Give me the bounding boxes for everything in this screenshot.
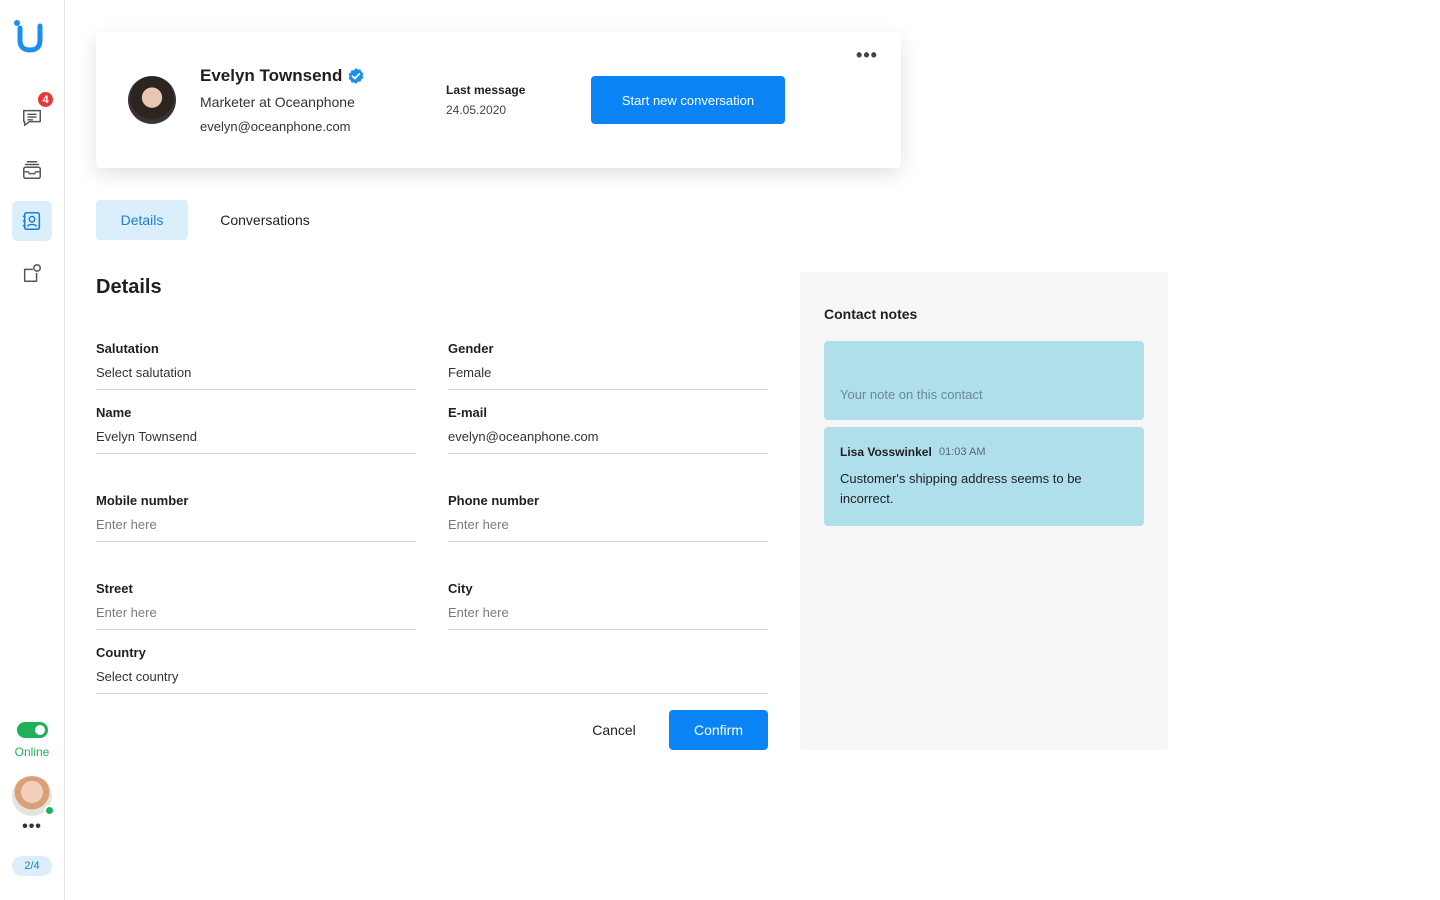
mobile-field[interactable]: Mobile number Enter here [96, 492, 416, 542]
phone-label: Phone number [448, 493, 540, 508]
tab-conversations[interactable]: Conversations [200, 200, 330, 240]
sidebar-item-inbox[interactable] [12, 150, 52, 190]
city-label: City [448, 581, 473, 596]
online-status-label: Online [14, 745, 50, 759]
online-dot [44, 805, 55, 816]
contact-notes-panel: Contact notes Your note on this contact … [800, 272, 1168, 750]
note-item: Lisa Vosswinkel 01:03 AM Customer's ship… [824, 427, 1144, 526]
inbox-stack-icon [23, 161, 41, 179]
note-input-placeholder: Your note on this contact [840, 387, 983, 402]
user-avatar[interactable] [12, 776, 55, 816]
mobile-input[interactable]: Enter here [96, 516, 416, 534]
verified-icon [348, 68, 364, 84]
note-text: Customer's shipping address seems to be … [840, 471, 1082, 506]
street-input[interactable]: Enter here [96, 604, 416, 622]
city-field[interactable]: City Enter here [448, 580, 768, 630]
city-input[interactable]: Enter here [448, 604, 768, 622]
email-input[interactable]: evelyn@oceanphone.com [448, 428, 768, 446]
last-message-label: Last message [446, 83, 526, 97]
country-label: Country [96, 645, 146, 660]
email-label: E-mail [448, 405, 488, 420]
country-field[interactable]: Country Select country [96, 644, 768, 694]
details-title: Details [96, 276, 162, 298]
gender-field[interactable]: Gender Female [448, 340, 768, 390]
page-indicator: 2/4 [12, 856, 52, 876]
gender-label: Gender [448, 341, 494, 356]
chat-icon [23, 109, 41, 127]
salutation-field[interactable]: Salutation Select salutation [96, 340, 416, 390]
note-time: 01:03 AM [939, 446, 986, 458]
mobile-label: Mobile number [96, 493, 189, 508]
more-options-icon[interactable]: ••• [854, 46, 880, 68]
gender-select[interactable]: Female [448, 364, 768, 382]
name-field[interactable]: Name Evelyn Townsend [96, 404, 416, 454]
email-field[interactable]: E-mail evelyn@oceanphone.com [448, 404, 768, 454]
salutation-select[interactable]: Select salutation [96, 364, 416, 382]
sidebar-item-integrations[interactable] [12, 253, 52, 293]
unread-badge: 4 [36, 90, 55, 109]
contact-name: Evelyn Townsend [200, 66, 343, 85]
street-field[interactable]: Street Enter here [96, 580, 416, 630]
sidebar-item-contacts[interactable] [12, 201, 52, 241]
contact-avatar [128, 76, 176, 124]
note-author: Lisa Vosswinkel [840, 445, 932, 459]
cancel-button[interactable]: Cancel [580, 710, 648, 750]
confirm-button[interactable]: Confirm [669, 710, 768, 750]
country-select[interactable]: Select country [96, 668, 768, 686]
more-icon[interactable]: ••• [0, 818, 64, 836]
contact-role: Marketer at Oceanphone [200, 94, 355, 110]
contact-email: evelyn@oceanphone.com [200, 119, 351, 134]
phone-field[interactable]: Phone number Enter here [448, 492, 768, 542]
contacts-icon [22, 211, 41, 231]
integrations-icon [23, 264, 41, 282]
app-logo[interactable] [12, 18, 46, 54]
tab-details[interactable]: Details [96, 200, 188, 240]
start-conversation-button[interactable]: Start new conversation [591, 76, 785, 124]
note-input[interactable]: Your note on this contact [824, 341, 1144, 420]
contact-notes-title: Contact notes [824, 306, 918, 322]
sidebar-item-chats[interactable]: 4 [12, 90, 55, 138]
online-toggle[interactable] [17, 722, 48, 738]
name-input[interactable]: Evelyn Townsend [96, 428, 416, 446]
sidebar: 4 Online ••• 2/4 [0, 0, 65, 900]
name-label: Name [96, 405, 132, 420]
salutation-label: Salutation [96, 341, 159, 356]
last-message-date: 24.05.2020 [446, 103, 507, 117]
phone-input[interactable]: Enter here [448, 516, 768, 534]
profile-card: Evelyn Townsend Marketer at Oceanphone e… [96, 32, 901, 168]
street-label: Street [96, 581, 133, 596]
